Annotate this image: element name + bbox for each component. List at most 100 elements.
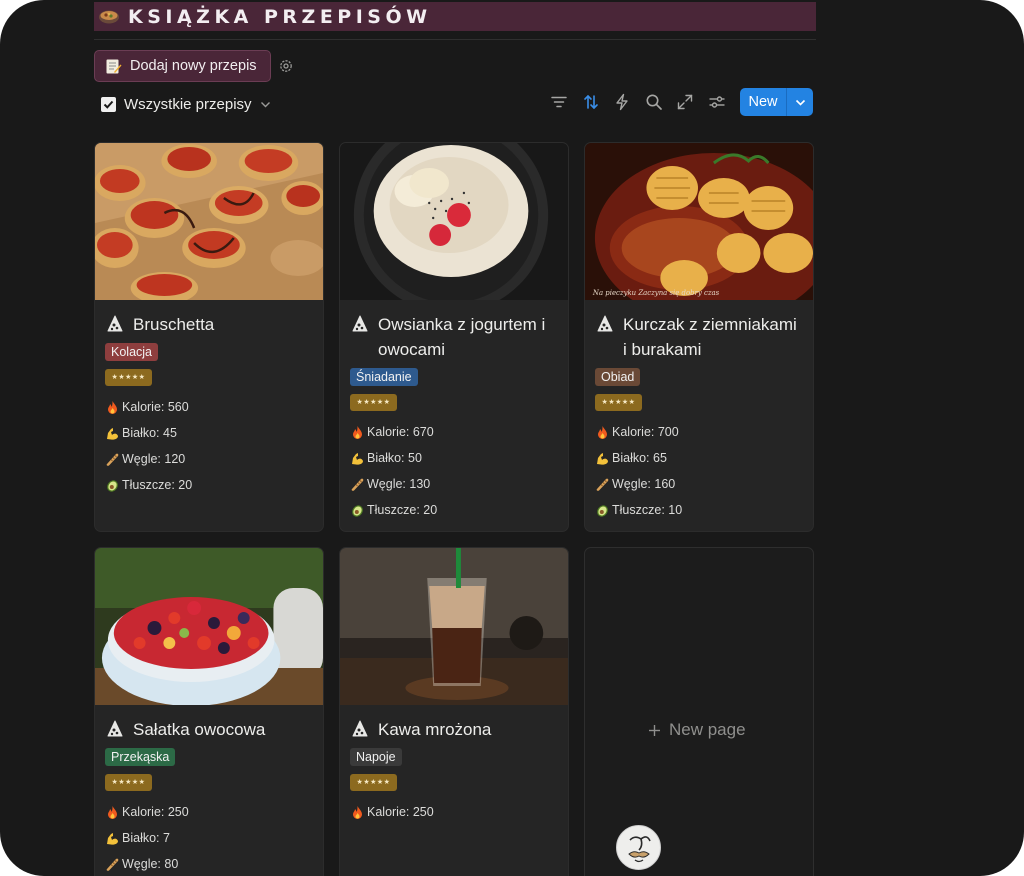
pizza-icon — [107, 720, 123, 737]
pizza-icon — [107, 315, 123, 332]
calories-text: Kalorie: 250 — [122, 805, 189, 819]
fire-icon — [598, 425, 607, 439]
carbs-text: Węgle: 80 — [122, 857, 179, 871]
checkbox-icon — [101, 96, 116, 112]
recipe-card[interactable]: Na pieczyku Zaczyna się dobry czas Kurcz… — [584, 142, 814, 532]
chicken-potatoes-photo: Na pieczyku Zaczyna się dobry czas — [585, 143, 813, 300]
app-window: KSIĄŻKA PRZEPISÓW Dodaj nowy przepis Wsz… — [0, 0, 1024, 876]
rating-badge: ★★★★★ — [105, 369, 152, 386]
recipe-card[interactable]: Sałatka owocowa Przekąska ★★★★★ Kalorie:… — [94, 547, 324, 876]
view-selector[interactable]: Wszystkie przepisy — [101, 92, 271, 116]
category-tag: Napoje — [350, 748, 402, 766]
settings-sliders-icon[interactable] — [705, 90, 729, 114]
chevron-down-icon — [795, 99, 805, 106]
carbs-row: Węgle: 160 — [595, 471, 803, 497]
protein-row: Białko: 7 — [105, 825, 313, 851]
protein-text: Białko: 45 — [122, 426, 177, 440]
avocado-icon — [107, 479, 118, 492]
oatmeal-photo — [340, 143, 568, 300]
calories-row: Kalorie: 670 — [350, 419, 558, 445]
card-body: Sałatka owocowa Przekąska ★★★★★ Kalorie:… — [95, 705, 323, 876]
fire-icon — [108, 805, 117, 819]
plus-icon — [649, 724, 660, 736]
protein-text: Białko: 65 — [612, 451, 667, 465]
automation-icon[interactable] — [610, 90, 634, 114]
protein-row: Białko: 65 — [595, 445, 803, 471]
search-icon[interactable] — [642, 90, 666, 114]
calories-row: Kalorie: 250 — [105, 799, 313, 825]
rating-badge: ★★★★★ — [350, 774, 397, 791]
carbs-row: Węgle: 130 — [350, 471, 558, 497]
fire-icon — [353, 425, 362, 439]
calories-text: Kalorie: 250 — [367, 805, 434, 819]
recipe-title-text: Bruschetta — [133, 315, 215, 334]
flexed-biceps-icon — [107, 832, 118, 845]
recipe-title: Kurczak z ziemniakami i burakami — [595, 312, 803, 362]
avocado-icon — [597, 504, 608, 517]
gear-icon[interactable] — [278, 58, 294, 74]
card-body: Owsianka z jogurtem i owocami Śniadanie … — [340, 300, 568, 523]
rating-badge: ★★★★★ — [595, 394, 642, 411]
filter-icon[interactable] — [547, 90, 571, 114]
calories-row: Kalorie: 250 — [350, 799, 558, 825]
add-recipe-label: Dodaj nowy przepis — [130, 58, 257, 74]
new-page-label: New page — [669, 720, 746, 739]
card-body: Kawa mrożona Napoje ★★★★★ Kalorie: 250 — [340, 705, 568, 825]
new-button[interactable]: New — [740, 88, 813, 116]
calories-text: Kalorie: 560 — [122, 400, 189, 414]
recipe-title-text: Owsianka z jogurtem i owocami — [378, 315, 546, 359]
fire-icon — [108, 400, 117, 414]
recipe-card[interactable]: Owsianka z jogurtem i owocami Śniadanie … — [339, 142, 569, 532]
fat-text: Tłuszcze: 20 — [122, 478, 193, 492]
category-tag: Przekąska — [105, 748, 176, 766]
sort-icon[interactable] — [579, 90, 603, 114]
new-dropdown-button[interactable] — [787, 88, 813, 116]
fire-icon — [353, 805, 362, 819]
new-label: New — [748, 94, 778, 110]
recipe-title-text: Kurczak z ziemniakami i burakami — [623, 315, 797, 359]
baguette-icon — [596, 478, 609, 491]
calories-text: Kalorie: 700 — [612, 425, 679, 439]
carbs-text: Węgle: 120 — [122, 452, 186, 466]
rating-badge: ★★★★★ — [105, 774, 152, 791]
recipe-title: Owsianka z jogurtem i owocami — [350, 312, 558, 362]
fat-text: Tłuszcze: 20 — [367, 503, 438, 517]
protein-text: Białko: 50 — [367, 451, 422, 465]
avocado-icon — [352, 504, 363, 517]
fruit-salad-photo — [95, 548, 323, 705]
calories-text: Kalorie: 670 — [367, 425, 434, 439]
category-tag: Śniadanie — [350, 368, 418, 386]
new-page-label-wrap: New page — [648, 720, 746, 740]
view-label: Wszystkie przepisy — [124, 95, 252, 113]
pizza-icon — [352, 315, 368, 332]
recipe-title: Sałatka owocowa — [105, 717, 313, 742]
expand-icon[interactable] — [673, 90, 697, 114]
fat-row: Tłuszcze: 20 — [105, 472, 313, 498]
recipe-title-text: Kawa mrożona — [378, 720, 492, 739]
carbs-text: Węgle: 130 — [367, 477, 431, 491]
photo-watermark: Na pieczyku Zaczyna się dobry czas — [592, 289, 720, 297]
recipe-card[interactable]: Bruschetta Kolacja ★★★★★ Kalorie: 560 Bi… — [94, 142, 324, 532]
memo-icon — [106, 59, 122, 73]
carbs-row: Węgle: 80 — [105, 851, 313, 876]
recipe-title: Bruschetta — [105, 312, 313, 337]
recipe-title: Kawa mrożona — [350, 717, 558, 742]
database-toolbar — [547, 90, 736, 114]
card-body: Kurczak z ziemniakami i burakami Obiad ★… — [585, 300, 813, 523]
card-body: Bruschetta Kolacja ★★★★★ Kalorie: 560 Bi… — [95, 300, 323, 498]
pizza-icon — [597, 315, 613, 332]
baguette-icon — [106, 858, 119, 871]
recipe-card[interactable]: Kawa mrożona Napoje ★★★★★ Kalorie: 250 — [339, 547, 569, 876]
chevron-down-icon — [260, 101, 270, 107]
calories-row: Kalorie: 560 — [105, 394, 313, 420]
bowl-icon — [99, 10, 119, 23]
add-recipe-button[interactable]: Dodaj nowy przepis — [94, 50, 271, 82]
protein-text: Białko: 7 — [122, 831, 170, 845]
baguette-icon — [351, 478, 364, 491]
bruschetta-photo — [95, 143, 323, 300]
flexed-biceps-icon — [107, 427, 118, 440]
recipe-title-text: Sałatka owocowa — [133, 720, 266, 739]
page-title-banner: KSIĄŻKA PRZEPISÓW — [94, 2, 816, 31]
fat-text: Tłuszcze: 10 — [612, 503, 683, 517]
avatar[interactable] — [616, 825, 661, 870]
